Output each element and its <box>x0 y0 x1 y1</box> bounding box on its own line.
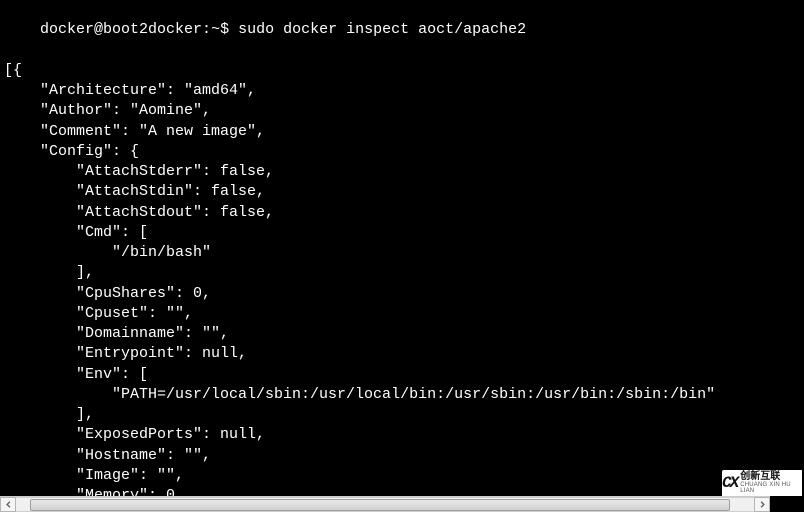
row-hostname: "Hostname": "", <box>0 446 804 466</box>
row-cmd-open: "Cmd": [ <box>0 223 804 243</box>
row-env-value: "PATH=/usr/local/sbin:/usr/local/bin:/us… <box>0 385 804 405</box>
row-image: "Image": "", <box>0 466 804 486</box>
logo-icon: CX <box>722 474 737 492</box>
scroll-thumb[interactable] <box>30 499 730 511</box>
row-exposedports: "ExposedPorts": null, <box>0 425 804 445</box>
horizontal-scrollbar[interactable] <box>0 496 770 512</box>
watermark-logo: CX 创新互联 CHUANG XIN HU LIAN <box>722 470 802 496</box>
scroll-right-button[interactable] <box>754 497 770 512</box>
row-env-open: "Env": [ <box>0 365 804 385</box>
row-entrypoint: "Entrypoint": null, <box>0 344 804 364</box>
row-attachstderr: "AttachStderr": false, <box>0 162 804 182</box>
prompt-line[interactable]: docker@boot2docker:~$ sudo docker inspec… <box>0 0 804 61</box>
row-comment: "Comment": "A new image", <box>0 122 804 142</box>
chevron-right-icon <box>759 501 766 508</box>
row-attachstdout: "AttachStdout": false, <box>0 203 804 223</box>
logo-text: 创新互联 CHUANG XIN HU LIAN <box>740 472 802 494</box>
logo-en: CHUANG XIN HU LIAN <box>740 482 802 494</box>
row-cmd-value: "/bin/bash" <box>0 243 804 263</box>
prompt-sep2: $ <box>220 21 238 38</box>
row-architecture: "Architecture": "amd64", <box>0 81 804 101</box>
prompt-path: ~ <box>211 21 220 38</box>
scroll-track[interactable] <box>16 497 754 512</box>
scroll-left-button[interactable] <box>0 497 16 512</box>
json-open: [{ <box>0 61 804 81</box>
chevron-left-icon <box>5 501 12 508</box>
row-cpushares: "CpuShares": 0, <box>0 284 804 304</box>
row-env-close: ], <box>0 405 804 425</box>
row-cpuset: "Cpuset": "", <box>0 304 804 324</box>
row-author: "Author": "Aomine", <box>0 101 804 121</box>
row-attachstdin: "AttachStdin": false, <box>0 182 804 202</box>
row-config-open: "Config": { <box>0 142 804 162</box>
row-cmd-close: ], <box>0 263 804 283</box>
prompt-sep1: : <box>202 21 211 38</box>
terminal-output: docker@boot2docker:~$ sudo docker inspec… <box>0 0 804 512</box>
logo-cn: 创新互联 <box>740 472 802 482</box>
prompt-user-host: docker@boot2docker <box>40 21 202 38</box>
command-text: sudo docker inspect aoct/apache2 <box>238 21 526 38</box>
row-domainname: "Domainname": "", <box>0 324 804 344</box>
